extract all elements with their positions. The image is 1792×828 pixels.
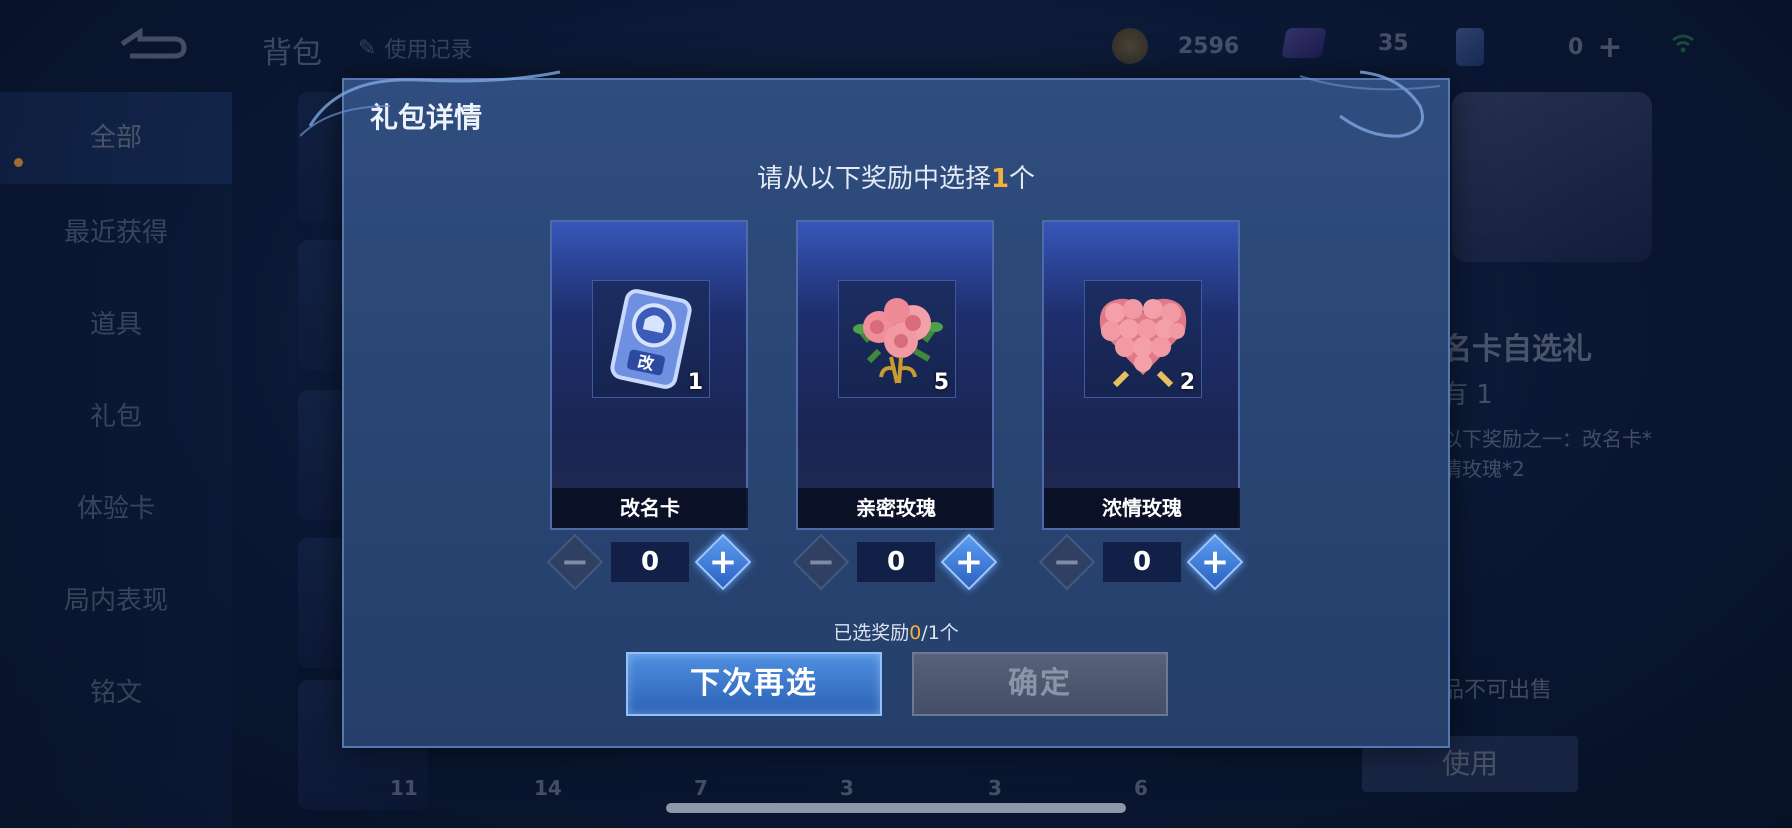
choose-prompt: 请从以下奖励中选择1个	[344, 158, 1448, 195]
minus-icon: −	[560, 542, 590, 582]
reward-name: 亲密玫瑰	[798, 488, 994, 528]
reward-option[interactable]: 改 1 改名卡	[550, 220, 748, 530]
reward-card[interactable]: 5 亲密玫瑰	[796, 220, 994, 530]
quantity-stepper: − 0 +	[1038, 533, 1244, 591]
confirm-button[interactable]: 确定	[912, 652, 1168, 716]
reward-icon-frame: 改 1	[592, 280, 710, 398]
reward-quantity: 1	[687, 370, 703, 395]
selection-count: 0	[909, 622, 922, 644]
quantity-stepper: − 0 +	[792, 533, 998, 591]
reward-option[interactable]: 5 亲密玫瑰	[796, 220, 994, 530]
quantity-stepper: − 0 +	[546, 533, 752, 591]
minus-icon: −	[806, 542, 836, 582]
reward-name: 浓情玫瑰	[1044, 488, 1240, 528]
dialog-title: 礼包详情	[370, 101, 483, 134]
prompt-text: 请从以下奖励中选择	[756, 164, 991, 194]
quantity-value: 0	[857, 542, 935, 582]
reward-icon-frame: 5	[838, 280, 956, 398]
plus-icon: +	[708, 542, 738, 582]
reward-option[interactable]: 2 浓情玫瑰	[1042, 220, 1240, 530]
quantity-value: 0	[611, 542, 689, 582]
reward-quantity: 2	[1179, 370, 1195, 395]
selection-total: /1个	[921, 622, 959, 644]
reward-icon-frame: 2	[1084, 280, 1202, 398]
plus-icon: +	[1200, 542, 1230, 582]
reward-quantity: 5	[933, 370, 949, 395]
home-indicator[interactable]	[666, 803, 1126, 813]
reward-card[interactable]: 2 浓情玫瑰	[1042, 220, 1240, 530]
prompt-suffix: 个	[1009, 164, 1036, 194]
prompt-count: 1	[990, 164, 1010, 194]
reward-card[interactable]: 改 1 改名卡	[550, 220, 748, 530]
selection-status: 已选奖励0/1个	[344, 618, 1448, 645]
gift-pack-dialog: 礼包详情 请从以下奖励中选择1个 改 1 改名卡 − 0 + 5 亲密玫瑰 − …	[342, 78, 1450, 748]
minus-icon: −	[1052, 542, 1082, 582]
choose-later-button[interactable]: 下次再选	[626, 652, 882, 716]
quantity-value: 0	[1103, 542, 1181, 582]
reward-name: 改名卡	[552, 488, 748, 528]
selection-label: 已选奖励	[833, 622, 910, 644]
plus-icon: +	[954, 542, 984, 582]
